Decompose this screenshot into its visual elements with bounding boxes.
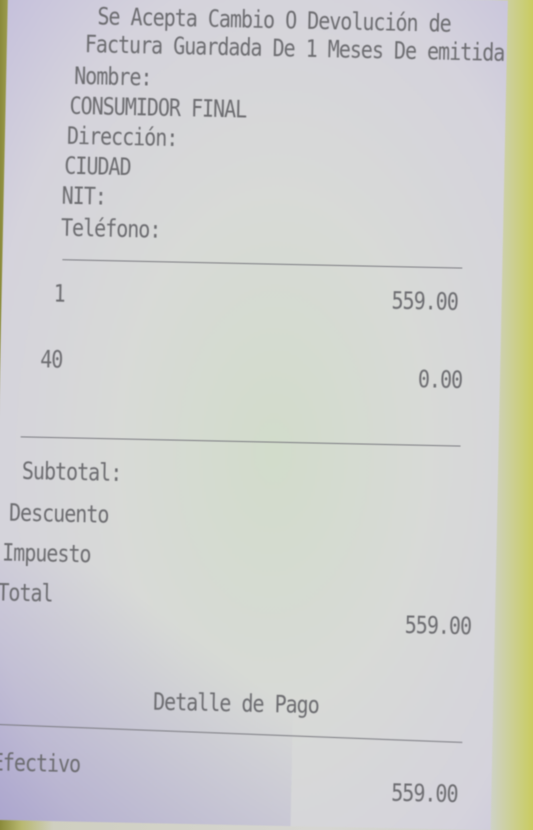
divider [62, 259, 463, 269]
item-qty: 40 [39, 344, 63, 374]
name-label: Nombre: [73, 61, 152, 92]
payment-title: Detalle de Pago [152, 686, 320, 720]
city: CIUDAD [64, 150, 131, 182]
name-value: CONSUMIDOR FINAL [69, 90, 247, 124]
payment-amount: 559.00 [390, 777, 458, 808]
discount-label: Descuento [8, 497, 109, 529]
tax-label: Impuesto [1, 537, 91, 569]
item-qty: 1 [53, 278, 66, 308]
subtotal-label: Subtotal: [21, 456, 122, 487]
receipt-paper: Se Acepta Cambio O Devolución de Factura… [0, 0, 508, 830]
payment-method: Efectivo [0, 747, 81, 779]
nit-label: NIT: [61, 180, 107, 211]
divider [20, 436, 461, 447]
phone-label: Teléfono: [60, 212, 161, 244]
address-label: Dirección: [66, 120, 178, 152]
total-value: 559.00 [404, 610, 472, 641]
total-label: Total [0, 577, 53, 608]
item-amount: 559.00 [391, 285, 459, 316]
item-amount: 0.00 [417, 364, 463, 394]
